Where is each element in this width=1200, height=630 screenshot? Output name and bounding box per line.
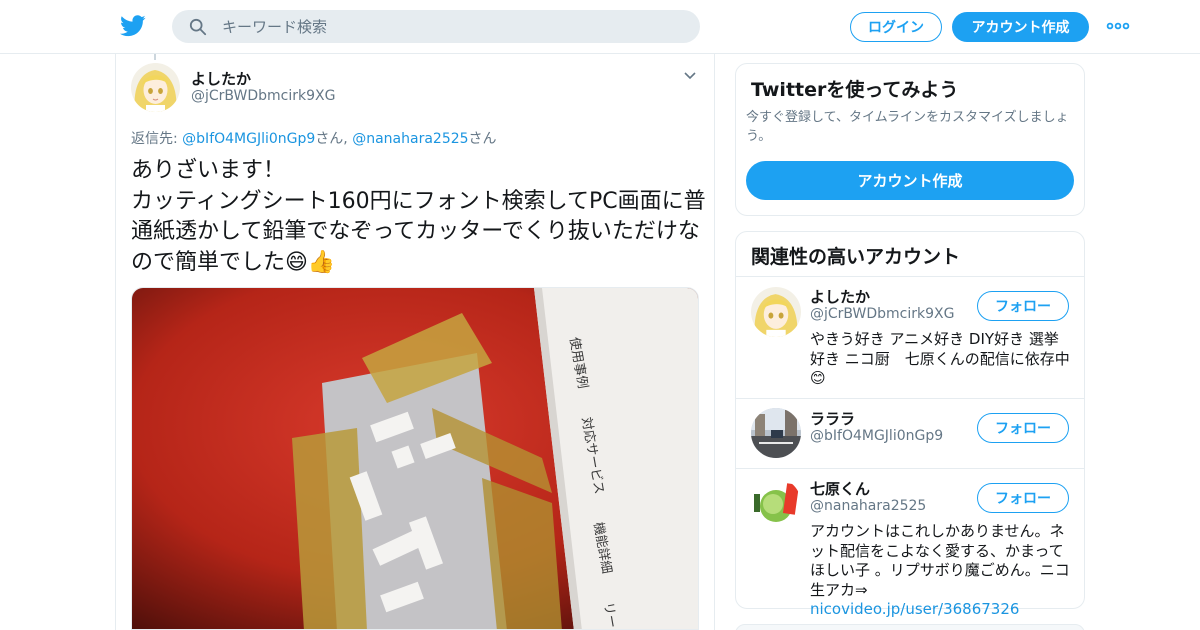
account-name[interactable]: ラララ bbox=[810, 408, 855, 429]
next-card-edge bbox=[735, 624, 1085, 630]
photo-image: 使用事例 対応サービス 機能詳細 リー bbox=[132, 288, 698, 629]
street-photo-avatar-image bbox=[751, 408, 801, 458]
account-handle[interactable]: @nanahara2525 bbox=[810, 498, 926, 514]
search-box[interactable] bbox=[172, 10, 700, 43]
divider bbox=[736, 276, 1084, 277]
account-handle[interactable]: @bIfO4MGJli0nGp9 bbox=[810, 428, 943, 444]
reply-suffix: さん bbox=[468, 131, 497, 147]
follow-button[interactable]: フォロー bbox=[977, 483, 1069, 513]
divider bbox=[736, 468, 1084, 469]
account-bio: やきう好き アニメ好き DIY好き 選挙好き ニコ厨 七原くんの配信に依存中😊 bbox=[810, 330, 1070, 387]
related-accounts-title: 関連性の高いアカウント bbox=[751, 246, 961, 268]
top-navigation-bar: ログイン アカウント作成 bbox=[0, 0, 1200, 54]
twitter-bird-icon[interactable] bbox=[120, 14, 146, 38]
search-input[interactable] bbox=[222, 10, 682, 43]
account-bio: アカウントはこれしかありません。ネット配信をこよなく愛する、かまってほしい子 。… bbox=[810, 522, 1072, 620]
divider bbox=[736, 398, 1084, 399]
more-options-icon[interactable] bbox=[1106, 20, 1130, 32]
reply-user-link[interactable]: @nanahara2525 bbox=[352, 131, 468, 147]
account-name[interactable]: よしたか bbox=[810, 286, 870, 307]
signup-card-title: Twitterを使ってみよう bbox=[751, 79, 959, 101]
account-avatar[interactable] bbox=[751, 287, 801, 337]
cabbage-logo-avatar-image bbox=[751, 478, 801, 528]
tweet-text: ありざいます！ カッティングシート160円にフォント検索してPC画面に普通紙透か… bbox=[131, 158, 706, 275]
anime-avatar-image bbox=[751, 287, 801, 337]
reply-to-line: 返信先: @bIfO4MGJli0nGp9さん, @nanahara2525さん bbox=[131, 128, 497, 148]
create-account-button[interactable]: アカウント作成 bbox=[746, 161, 1074, 200]
login-button[interactable]: ログイン bbox=[850, 12, 942, 42]
chevron-down-icon[interactable] bbox=[683, 70, 697, 82]
account-bio-text: アカウントはこれしかありません。ネット配信をこよなく愛する、かまってほしい子 。… bbox=[810, 522, 1070, 599]
anime-avatar-image bbox=[131, 63, 180, 112]
thread-connector-line bbox=[154, 54, 156, 60]
account-avatar[interactable] bbox=[751, 408, 801, 458]
reply-user-link[interactable]: @bIfO4MGJli0nGp9 bbox=[182, 131, 315, 147]
follow-button[interactable]: フォロー bbox=[977, 291, 1069, 321]
tweet-author-handle[interactable]: @jCrBWDbmcirk9XG bbox=[191, 88, 335, 104]
reply-prefix: 返信先: bbox=[131, 131, 178, 147]
signup-card-subtitle: 今すぐ登録して、タイムラインをカスタマイズしましょう。 bbox=[746, 110, 1069, 144]
signup-button[interactable]: アカウント作成 bbox=[952, 12, 1089, 42]
tweet-author-name[interactable]: よしたか bbox=[191, 68, 251, 89]
tweet-photo[interactable]: 使用事例 対応サービス 機能詳細 リー bbox=[131, 287, 699, 630]
follow-button[interactable]: フォロー bbox=[977, 413, 1069, 443]
bio-link[interactable]: nicovideo.jp/user/36867326 bbox=[810, 600, 1019, 618]
reply-suffix: さん, bbox=[315, 131, 348, 147]
search-icon bbox=[189, 18, 207, 36]
account-avatar[interactable] bbox=[751, 478, 801, 528]
tweet-author-avatar[interactable] bbox=[131, 63, 180, 112]
account-name[interactable]: 七原くん bbox=[810, 478, 870, 499]
account-handle[interactable]: @jCrBWDbmcirk9XG bbox=[810, 306, 954, 322]
